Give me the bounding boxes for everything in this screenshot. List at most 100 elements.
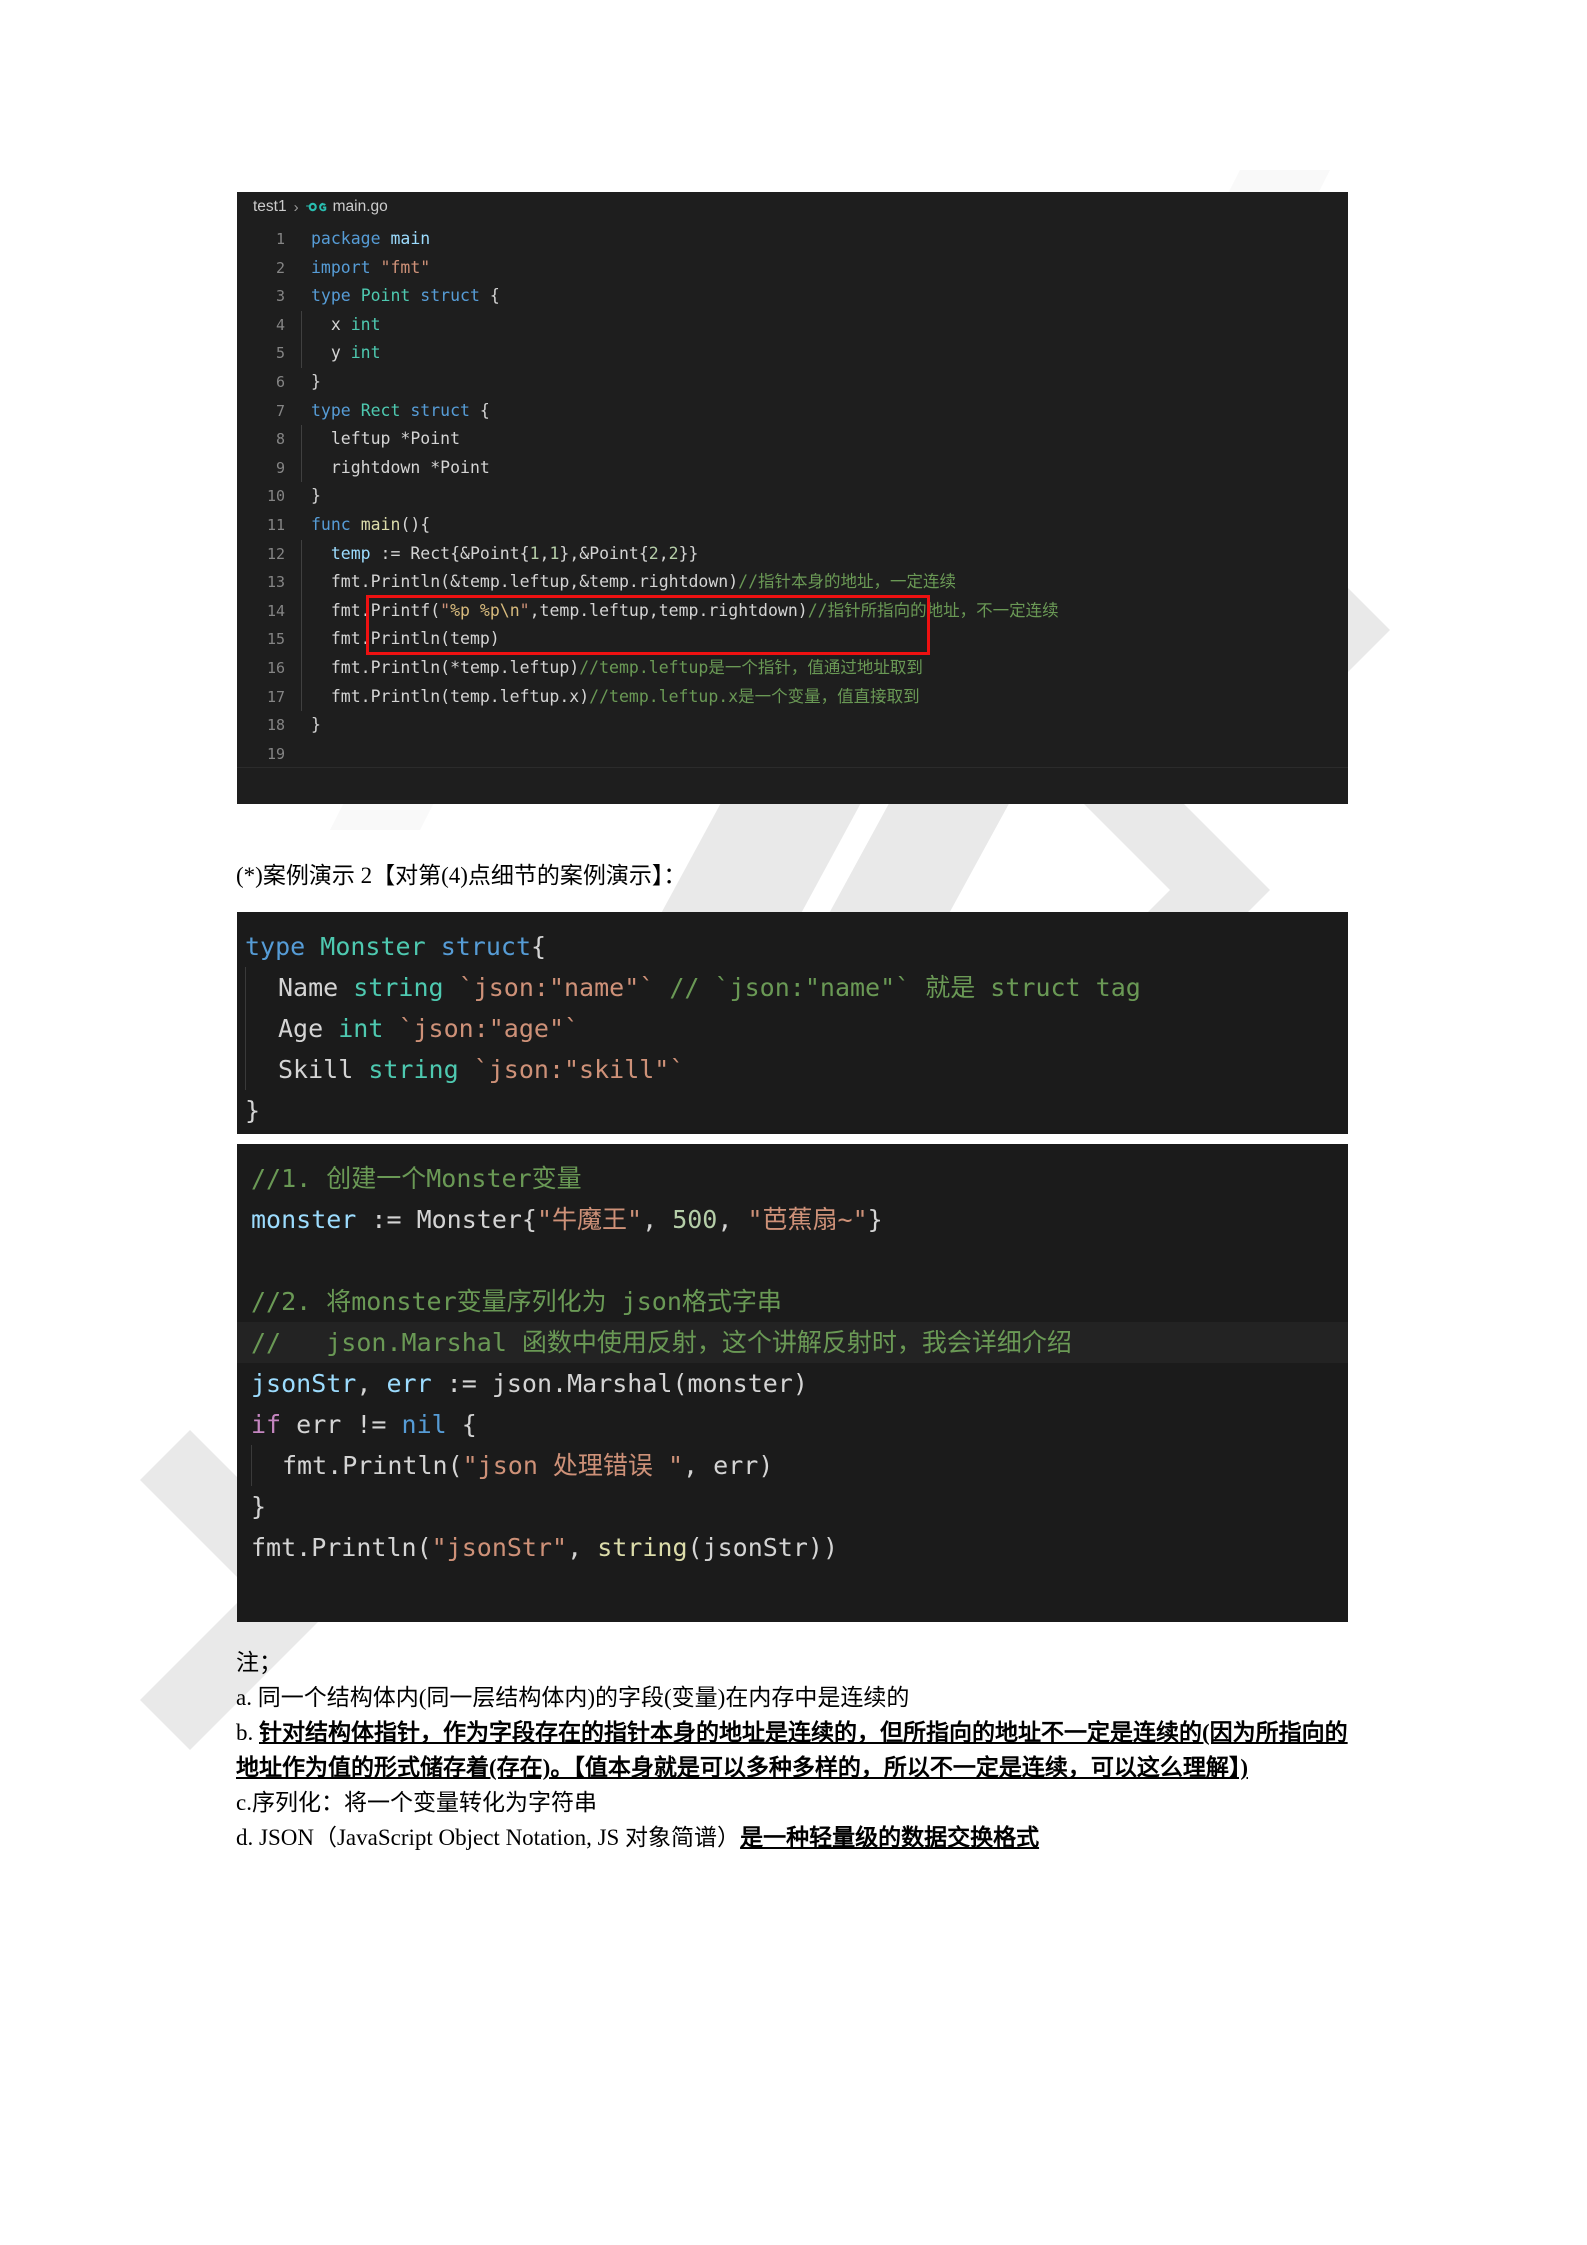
code-line: type Monster struct{ (237, 926, 1348, 967)
code-token: Name (278, 973, 354, 1002)
line-number: 9 (275, 458, 285, 477)
code-token: if (251, 1410, 282, 1439)
code-token: { (531, 932, 547, 961)
code-token: main (390, 229, 431, 248)
code-token: 2 (648, 543, 659, 563)
code-token: "牛魔王" (536, 1205, 643, 1234)
code-token: y (311, 343, 351, 363)
code-line: 6} (237, 368, 1348, 397)
code-text[interactable]: fmt.Println(&temp.leftup,&temp.rightdown… (301, 568, 956, 597)
code-text[interactable]: leftup *Point (301, 425, 460, 454)
code-line: fmt.Println("json 处理错误 ", err) (251, 1445, 1348, 1486)
code-text[interactable]: rightdown *Point (301, 453, 490, 483)
code-line: if err != nil { (237, 1404, 1348, 1445)
code-token: struct (440, 932, 532, 961)
code-line: 9 rightdown *Point (237, 453, 1348, 483)
code-token: %p %p (450, 600, 500, 620)
code-token: string (597, 1533, 688, 1562)
code-token: fmt. (311, 572, 371, 592)
line-number: 7 (275, 401, 285, 420)
code-text[interactable]: temp := Rect{&Point{1,1},&Point{2,2}} (301, 539, 698, 569)
code-token: 1 (549, 543, 560, 563)
code-token: Rect (360, 400, 401, 420)
code-token: //temp.leftup是一个指针，值通过地址取到 (579, 657, 923, 677)
code-line: 7 type Rect struct { (237, 397, 1348, 426)
code-token: fmt.Println( (251, 1533, 432, 1562)
code-text[interactable]: } (301, 482, 321, 511)
code-text[interactable]: package main (301, 225, 430, 254)
code-text[interactable]: x int (301, 310, 381, 340)
line-number: 1 (275, 230, 285, 248)
code-text[interactable]: y int (301, 339, 381, 368)
code-text[interactable]: type Rect struct { (301, 397, 490, 426)
code-token: `json:"skill"` (473, 1055, 685, 1084)
code-token: := json. (431, 1369, 568, 1398)
line-number: 12 (266, 544, 285, 563)
document-page: test1 › main.go 1 package main 2 import "fm… (0, 0, 1587, 2245)
code-text[interactable]: fmt.Println(temp.leftup.x)//temp.leftup.… (301, 682, 920, 712)
code-token: } (311, 486, 321, 506)
code-text[interactable]: } (301, 711, 321, 740)
code-token: fmt.Println(*temp.leftup) (311, 657, 580, 677)
code-line-list: 1 package main 2 import "fmt" 3 type Point st… (237, 222, 1348, 768)
code-token: { (479, 286, 500, 306)
code-text[interactable]: type Point struct { (301, 282, 500, 311)
code-token: fmt.Println(temp.leftup.x) (311, 686, 590, 706)
note-text: b. (236, 1720, 259, 1745)
code-token: //指针本身的地址，一定连续 (738, 572, 957, 592)
code-token: err (386, 1369, 432, 1398)
breadcrumb-project[interactable]: test1 (253, 198, 287, 216)
code-text[interactable]: func main(){ (301, 511, 430, 540)
code-token: main (360, 514, 401, 534)
code-token: monster (251, 1205, 357, 1234)
go-language-icon (305, 200, 328, 214)
code-line: Name string `json:"name"` // `json:"name… (245, 967, 1348, 1008)
note-item-c: c.序列化：将一个变量转化为字符串 (236, 1785, 1356, 1820)
code-text[interactable]: fmt.Printf("%p %p\n",temp.leftup,temp.ri… (301, 596, 1059, 626)
code-token: int (350, 314, 381, 334)
line-number: 18 (266, 716, 285, 735)
line-number: 16 (266, 658, 285, 677)
code-token: (jsonStr)) (687, 1533, 839, 1562)
code-text[interactable]: fmt.Println(temp) (301, 625, 500, 654)
code-text[interactable]: import "fmt" (301, 254, 430, 283)
code-line: 12 temp := Rect{&Point{1,1},&Point{2,2}} (237, 539, 1348, 569)
code-token: leftup *Point (311, 429, 461, 449)
code-token: `json:"age"` (398, 1014, 580, 1043)
line-number: 2 (275, 258, 285, 277)
code-text[interactable]: } (301, 368, 321, 397)
json-marshal-code-block: //1. 创建一个Monster变量 monster := Monster{"牛魔… (237, 1144, 1348, 1622)
line-number: 11 (266, 515, 285, 534)
code-token: } (245, 1096, 261, 1125)
code-token: Marshal (567, 1369, 673, 1398)
code-line: monster := Monster{"牛魔王", 500, "芭蕉扇~"} (237, 1199, 1348, 1240)
code-token: , (567, 1533, 598, 1562)
code-token: //temp.leftup.x是一个变量，值直接取到 (589, 686, 920, 706)
note-item-a: a. 同一个结构体内(同一层结构体内)的字段(变量)在内存中是连续的 (236, 1680, 1356, 1715)
code-line: fmt.Println("jsonStr", string(jsonStr)) (237, 1527, 1348, 1568)
notes-item-list: a. 同一个结构体内(同一层结构体内)的字段(变量)在内存中是连续的 b. 针对结… (236, 1680, 1356, 1855)
marshal-line-list: //1. 创建一个Monster变量 monster := Monster{"牛魔… (237, 1158, 1348, 1568)
code-text[interactable]: fmt.Println(*temp.leftup)//temp.leftup是一… (301, 653, 923, 683)
line-number: 3 (275, 287, 285, 306)
code-token: , (642, 1205, 673, 1234)
code-token: 500 (672, 1205, 718, 1234)
struct-line-list: type Monster struct{Name string `json:"n… (237, 926, 1348, 1131)
code-token: , err) (683, 1451, 774, 1480)
code-token: "芭蕉扇~" (747, 1205, 868, 1234)
breadcrumb-file[interactable]: main.go (333, 198, 388, 216)
code-token: `json:"name"` (458, 973, 655, 1002)
code-token: "jsonStr" (431, 1533, 568, 1562)
line-number: 6 (275, 372, 285, 391)
code-token: },&Point{ (559, 543, 649, 563)
note-text: d. JSON（JavaScript Object Notation, JS 对… (236, 1825, 741, 1850)
code-token: ( (430, 600, 441, 620)
